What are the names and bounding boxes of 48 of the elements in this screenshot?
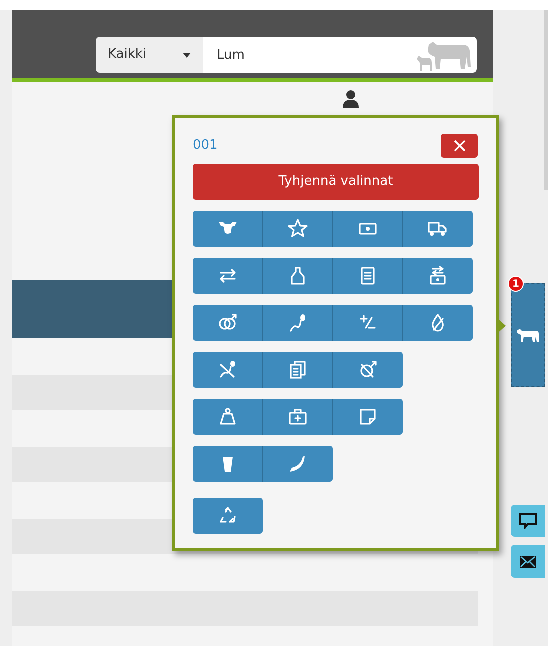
action-button[interactable] xyxy=(193,211,263,247)
sperm-icon xyxy=(288,313,308,333)
action-button[interactable] xyxy=(333,399,403,435)
action-button[interactable] xyxy=(333,211,403,247)
cow-icon xyxy=(517,328,539,342)
crossed-male-icon xyxy=(358,360,378,380)
action-button[interactable] xyxy=(193,352,263,388)
search-field[interactable]: Lum xyxy=(203,37,477,73)
action-button[interactable] xyxy=(333,258,403,294)
close-icon xyxy=(454,140,466,152)
action-button[interactable] xyxy=(403,305,473,341)
truck-icon xyxy=(428,219,448,239)
documents-icon xyxy=(288,360,308,380)
action-button[interactable] xyxy=(263,258,333,294)
medical-kit-icon xyxy=(288,407,308,427)
action-button[interactable] xyxy=(333,305,403,341)
sticky-note-icon xyxy=(358,407,378,427)
horn-icon xyxy=(288,454,308,474)
action-button[interactable] xyxy=(193,498,263,534)
action-button[interactable] xyxy=(263,305,333,341)
filter-dropdown[interactable]: Kaikki xyxy=(96,37,203,73)
action-button[interactable] xyxy=(263,352,333,388)
clear-selections-button[interactable]: Tyhjennä valinnat xyxy=(193,164,479,200)
close-button[interactable] xyxy=(441,134,478,158)
animal-number: 001 xyxy=(193,136,218,155)
action-button[interactable] xyxy=(403,211,473,247)
chat-icon xyxy=(519,513,537,529)
gender-symbols-icon xyxy=(218,313,238,333)
weight-icon xyxy=(218,407,238,427)
swap-arrows-icon xyxy=(218,266,238,286)
action-button[interactable] xyxy=(193,399,263,435)
star-icon xyxy=(288,219,308,239)
chat-button[interactable] xyxy=(511,505,545,537)
crossed-sperm-icon xyxy=(218,360,238,380)
action-button[interactable] xyxy=(263,399,333,435)
mail-button[interactable] xyxy=(511,545,545,578)
money-exchange-icon xyxy=(428,266,448,286)
action-button[interactable] xyxy=(193,258,263,294)
cow-icon xyxy=(415,39,473,71)
action-button[interactable] xyxy=(193,446,263,482)
action-button[interactable] xyxy=(263,446,333,482)
action-button[interactable] xyxy=(263,211,333,247)
caret-icon xyxy=(183,52,191,58)
action-button[interactable] xyxy=(403,258,473,294)
action-button[interactable] xyxy=(193,305,263,341)
user-icon[interactable] xyxy=(343,90,359,108)
action-button[interactable] xyxy=(333,352,403,388)
mail-icon xyxy=(520,556,536,568)
